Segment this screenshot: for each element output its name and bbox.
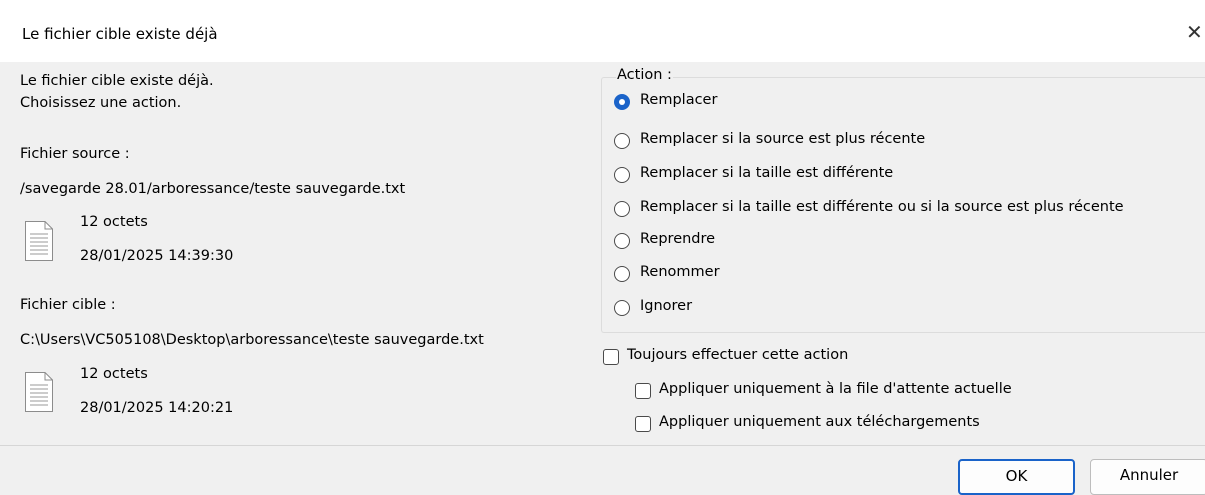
- radio-label-remplacer-si-plus-recente[interactable]: Remplacer si la source est plus récente: [640, 131, 925, 147]
- radio-ignorer[interactable]: [614, 300, 630, 316]
- queue-only-checkbox-label[interactable]: Appliquer uniquement à la file d'attente…: [659, 381, 1012, 397]
- downloads-only-checkbox[interactable]: [635, 416, 651, 432]
- target-path: C:\Users\VC505108\Desktop\arboressance\t…: [20, 332, 484, 348]
- radio-label-remplacer[interactable]: Remplacer: [640, 92, 717, 108]
- source-label: Fichier source :: [20, 146, 130, 162]
- radio-reprendre[interactable]: [614, 233, 630, 249]
- ok-button[interactable]: OK: [958, 459, 1075, 495]
- radio-label-ignorer[interactable]: Ignorer: [640, 298, 692, 314]
- queue-only-checkbox[interactable]: [635, 383, 651, 399]
- cancel-button[interactable]: Annuler: [1090, 459, 1205, 495]
- radio-label-renommer[interactable]: Renommer: [640, 264, 720, 280]
- close-icon[interactable]: ✕: [1186, 20, 1203, 44]
- source-date: 28/01/2025 14:39:30: [80, 248, 234, 264]
- dialog-title: Le fichier cible existe déjà: [22, 25, 218, 43]
- document-icon: [25, 372, 53, 412]
- radio-renommer[interactable]: [614, 266, 630, 282]
- radio-remplacer[interactable]: [614, 94, 630, 110]
- radio-remplacer-si-taille-differente[interactable]: [614, 167, 630, 183]
- downloads-only-checkbox-label[interactable]: Appliquer uniquement aux téléchargements: [659, 414, 980, 430]
- source-path: /savegarde 28.01/arboressance/teste sauv…: [20, 181, 406, 197]
- radio-label-remplacer-si-taille-ou-plus-recente[interactable]: Remplacer si la taille est différente ou…: [640, 199, 1124, 215]
- document-icon: [25, 221, 53, 261]
- source-size: 12 octets: [80, 214, 148, 230]
- target-size: 12 octets: [80, 366, 148, 382]
- footer-separator: [0, 445, 1205, 446]
- always-checkbox-label[interactable]: Toujours effectuer cette action: [627, 347, 848, 363]
- radio-label-reprendre[interactable]: Reprendre: [640, 231, 715, 247]
- radio-remplacer-si-plus-recente[interactable]: [614, 133, 630, 149]
- always-checkbox[interactable]: [603, 349, 619, 365]
- radio-label-remplacer-si-taille-differente[interactable]: Remplacer si la taille est différente: [640, 165, 893, 181]
- target-date: 28/01/2025 14:20:21: [80, 400, 234, 416]
- message-line-2: Choisissez une action.: [20, 95, 182, 111]
- radio-remplacer-si-taille-ou-plus-recente[interactable]: [614, 201, 630, 217]
- action-legend: Action :: [616, 67, 673, 83]
- target-label: Fichier cible :: [20, 297, 116, 313]
- message-line-1: Le fichier cible existe déjà.: [20, 73, 214, 89]
